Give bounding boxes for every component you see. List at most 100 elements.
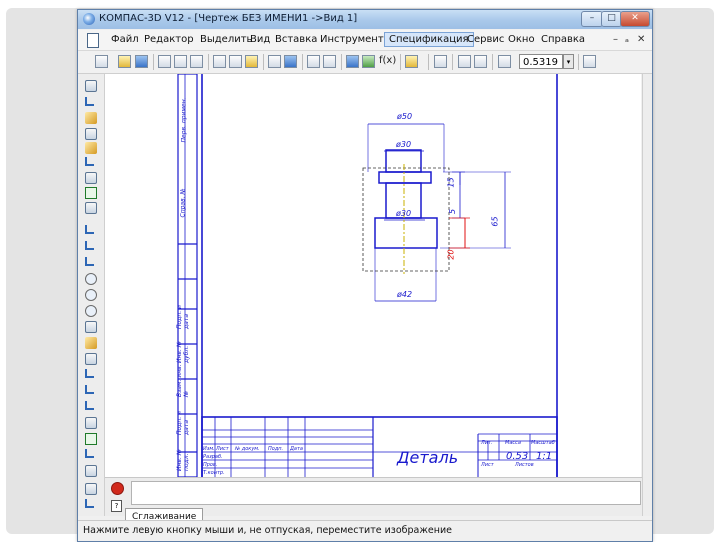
mdi-close-button[interactable]: ✕ <box>637 34 645 45</box>
menu-editor[interactable]: Редактор <box>144 34 194 45</box>
pan-icon[interactable] <box>583 55 596 68</box>
circle-icon[interactable] <box>85 273 97 285</box>
kompas-app-icon <box>83 13 95 25</box>
stop-icon[interactable] <box>111 482 124 495</box>
menu-specification[interactable]: Спецификация <box>384 32 474 47</box>
dimensions-panel-icon[interactable] <box>85 97 94 106</box>
minimize-button[interactable]: – <box>581 11 603 27</box>
right-scrollbar[interactable] <box>642 74 652 516</box>
zoom-dropdown-button[interactable]: ▾ <box>563 54 574 69</box>
toolbar-separator <box>153 54 154 70</box>
mdi-restore-button[interactable]: ₐ <box>625 34 629 45</box>
select-panel-icon[interactable] <box>85 172 97 184</box>
drawing-canvas[interactable]: ø50 ø30 ø30 ø42 15 5 20 65 Перв. примен.… <box>105 74 641 477</box>
bottom-cylinder-outline <box>374 217 438 249</box>
menu-file[interactable]: Файл <box>111 34 139 45</box>
toolbar-separator <box>492 54 493 70</box>
tb-col-header: Лист <box>216 446 229 452</box>
chamfer-icon[interactable] <box>85 401 94 410</box>
toolbar-separator <box>400 54 401 70</box>
tb-col-header: Дата <box>290 446 303 452</box>
menu-select[interactable]: Выделить <box>200 34 252 45</box>
contour-icon[interactable] <box>85 353 97 365</box>
mdi-minimize-button[interactable]: – <box>613 34 618 45</box>
collect-contour-icon[interactable] <box>85 483 97 495</box>
menu-service[interactable]: Сервис <box>467 34 504 45</box>
flange-outline <box>378 171 432 184</box>
title-bar[interactable]: КОМПАС-3D V12 - [Чертеж БЕЗ ИМЕНИ1 ->Вид… <box>78 10 652 29</box>
auxiliary-line-icon[interactable] <box>85 241 94 250</box>
status-text: Нажмите левую кнопку мыши и, не отпуская… <box>83 525 452 536</box>
redo-icon[interactable] <box>323 55 336 68</box>
new-document-icon[interactable] <box>95 55 108 68</box>
tb-col-header: № докум. <box>235 446 260 452</box>
undo-icon[interactable] <box>307 55 320 68</box>
menu-help[interactable]: Справка <box>541 34 585 45</box>
toolbar-separator <box>578 54 579 70</box>
bezier-icon[interactable] <box>85 369 94 378</box>
toolbar-separator <box>263 54 264 70</box>
paste-icon[interactable] <box>245 55 258 68</box>
rectangle-icon[interactable] <box>85 417 97 429</box>
print-preview-icon[interactable] <box>174 55 187 68</box>
maximize-button[interactable]: □ <box>601 11 622 27</box>
spline-icon[interactable] <box>85 337 97 349</box>
toolbar-separator <box>452 54 453 70</box>
standard-toolbar: f(x) 0.5319 ▾ <box>78 51 652 74</box>
geometry-panel-icon[interactable] <box>85 80 97 92</box>
point-icon[interactable] <box>85 225 94 234</box>
tb-mass-label: Масса <box>505 440 521 446</box>
variables-icon[interactable] <box>362 55 375 68</box>
menu-tools[interactable]: Инструменты <box>320 34 392 45</box>
status-bar: Нажмите левую кнопку мыши и, не отпуская… <box>78 520 652 541</box>
menu-window[interactable]: Окно <box>508 34 535 45</box>
parametrization-panel-icon[interactable] <box>85 142 97 154</box>
close-button[interactable]: ✕ <box>620 11 650 27</box>
measure-panel-icon[interactable] <box>85 157 94 166</box>
hatch-icon[interactable] <box>85 449 94 458</box>
menu-view[interactable]: Вид <box>250 34 270 45</box>
help-icon[interactable]: ? <box>111 500 122 512</box>
library-manager-icon[interactable] <box>346 55 359 68</box>
zoom-in-icon[interactable] <box>458 55 471 68</box>
print-icon[interactable] <box>158 55 171 68</box>
help-pointer-icon[interactable] <box>405 55 418 68</box>
fillet-icon[interactable] <box>85 385 94 394</box>
property-field[interactable] <box>131 481 641 505</box>
page-setup-icon[interactable] <box>190 55 203 68</box>
toolbar-separator <box>302 54 303 70</box>
window-title: КОМПАС-3D V12 - [Чертеж БЕЗ ИМЕНИ1 ->Вид… <box>99 13 358 24</box>
side-label: Взам. инв. № <box>176 364 190 397</box>
zoom-out-icon[interactable] <box>474 55 487 68</box>
document-icon[interactable] <box>87 33 99 48</box>
save-icon[interactable] <box>135 55 148 68</box>
zoom-scale-icon[interactable] <box>498 55 511 68</box>
dim-text-d30-top: ø30 <box>396 140 412 149</box>
arc-icon[interactable] <box>85 289 97 301</box>
tb-sheets-label: Листов <box>515 462 534 468</box>
specification-panel-icon[interactable] <box>85 202 97 214</box>
more-tools-icon[interactable] <box>85 499 94 508</box>
properties-icon[interactable] <box>268 55 281 68</box>
designations-panel-icon[interactable] <box>85 112 97 124</box>
open-icon[interactable] <box>118 55 131 68</box>
polyline-icon[interactable] <box>85 321 97 333</box>
menu-insert[interactable]: Вставка <box>275 34 317 45</box>
polygon-icon[interactable] <box>85 433 97 445</box>
ellipse-icon[interactable] <box>85 305 97 317</box>
dim-text-h15: 15 <box>446 177 456 188</box>
copy-icon[interactable] <box>229 55 242 68</box>
manager-icon[interactable] <box>284 55 297 68</box>
segment-icon[interactable] <box>85 257 94 266</box>
associative-views-icon[interactable] <box>85 187 97 199</box>
tb-scale-label: Масштаб <box>531 440 555 446</box>
fx-label[interactable]: f(x) <box>379 55 396 66</box>
zoom-input[interactable]: 0.5319 <box>519 54 563 69</box>
toolbar-separator <box>341 54 342 70</box>
equidistant-icon[interactable] <box>85 465 97 477</box>
zoom-window-icon[interactable] <box>434 55 447 68</box>
menu-bar: Файл Редактор Выделить Вид Вставка Инстр… <box>78 30 652 51</box>
edit-panel-icon[interactable] <box>85 128 97 140</box>
side-label: Инв. № подл. <box>176 448 190 471</box>
cut-icon[interactable] <box>213 55 226 68</box>
